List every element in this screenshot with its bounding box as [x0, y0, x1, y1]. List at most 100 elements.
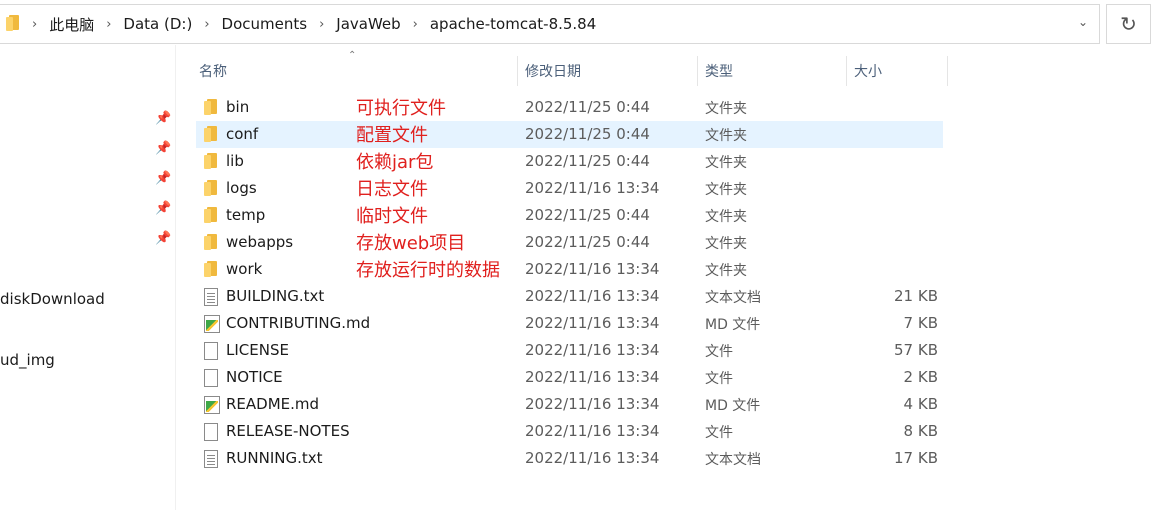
file-date: 2022/11/25 0:44	[525, 233, 650, 251]
file-row[interactable]: logs 2022/11/16 13:34 文件夹	[196, 175, 943, 202]
file-row[interactable]: work 2022/11/16 13:34 文件夹	[196, 256, 943, 283]
file-row[interactable]: BUILDING.txt 2022/11/16 13:34 文本文档 21 KB	[196, 283, 943, 310]
folder-icon	[204, 180, 218, 197]
annotation-label: 依赖jar包	[356, 152, 434, 173]
file-row[interactable]: NOTICE 2022/11/16 13:34 文件 2 KB	[196, 364, 943, 391]
chevron-right-icon[interactable]: ›	[413, 17, 418, 32]
breadcrumb-item[interactable]: Data (D:)	[123, 15, 192, 33]
file-date: 2022/11/16 13:34	[525, 368, 660, 386]
file-name: LICENSE	[226, 341, 289, 359]
nav-item-ud-img[interactable]: ud_img	[0, 351, 55, 369]
folder-icon	[204, 261, 218, 278]
file-size: 4 KB	[903, 395, 938, 413]
file-size: 2 KB	[903, 368, 938, 386]
file-row[interactable]: RUNNING.txt 2022/11/16 13:34 文本文档 17 KB	[196, 445, 943, 472]
file-type: 文件夹	[705, 263, 747, 279]
annotation-label: 日志文件	[356, 179, 428, 200]
folder-icon	[204, 153, 218, 170]
folder-icon	[204, 234, 218, 251]
breadcrumb: › 此电脑 › Data (D:) › Documents › JavaWeb …	[20, 14, 596, 35]
file-size: 21 KB	[894, 287, 938, 305]
markdown-file-icon	[204, 396, 220, 414]
address-bar[interactable]: › 此电脑 › Data (D:) › Documents › JavaWeb …	[0, 4, 1100, 44]
breadcrumb-item[interactable]: 此电脑	[49, 14, 94, 35]
annotation-label: 可执行文件	[356, 98, 446, 119]
file-date: 2022/11/16 13:34	[525, 314, 660, 332]
file-icon	[204, 342, 218, 360]
file-size: 8 KB	[903, 422, 938, 440]
markdown-file-icon	[204, 315, 220, 333]
chevron-right-icon[interactable]: ›	[106, 17, 111, 32]
file-name: README.md	[226, 395, 320, 413]
file-row[interactable]: RELEASE-NOTES 2022/11/16 13:34 文件 8 KB	[196, 418, 943, 445]
annotation-label: 配置文件	[356, 125, 428, 146]
folder-icon	[6, 15, 20, 33]
refresh-button[interactable]: ↻	[1106, 4, 1151, 44]
pin-icon: 📌	[155, 171, 172, 186]
pin-icon: 📌	[155, 231, 172, 246]
file-name: NOTICE	[226, 368, 283, 386]
file-size: 17 KB	[894, 449, 938, 467]
annotation-label: 临时文件	[356, 206, 428, 227]
file-date: 2022/11/25 0:44	[525, 98, 650, 116]
file-name: work	[226, 260, 263, 278]
file-date: 2022/11/16 13:34	[525, 179, 660, 197]
breadcrumb-item[interactable]: JavaWeb	[336, 15, 400, 33]
file-row[interactable]: webapps 2022/11/25 0:44 文件夹	[196, 229, 943, 256]
file-name: CONTRIBUTING.md	[226, 314, 371, 332]
chevron-right-icon: ›	[32, 16, 38, 32]
file-type: 文本文档	[705, 452, 761, 468]
column-header-size[interactable]: 大小	[848, 56, 948, 86]
breadcrumb-item[interactable]: apache-tomcat-8.5.84	[430, 15, 596, 33]
file-name: lib	[226, 152, 244, 170]
file-row[interactable]: conf 2022/11/25 0:44 文件夹	[196, 121, 943, 148]
file-type: MD 文件	[705, 317, 761, 333]
pin-icon: 📌	[155, 141, 172, 156]
file-name: RELEASE-NOTES	[226, 422, 350, 440]
file-type: 文件夹	[705, 209, 747, 225]
nav-item-diskdownload[interactable]: diskDownload	[0, 290, 105, 308]
file-type: 文件	[705, 344, 733, 360]
file-date: 2022/11/16 13:34	[525, 395, 660, 413]
breadcrumb-item[interactable]: Documents	[222, 15, 308, 33]
file-row[interactable]: lib 2022/11/25 0:44 文件夹	[196, 148, 943, 175]
file-name: webapps	[226, 233, 294, 251]
chevron-right-icon[interactable]: ›	[204, 17, 209, 32]
text-file-icon	[204, 288, 218, 306]
file-type: 文本文档	[705, 290, 761, 306]
file-row[interactable]: bin 2022/11/25 0:44 文件夹	[196, 94, 943, 121]
text-file-icon	[204, 450, 218, 468]
file-size: 57 KB	[894, 341, 938, 359]
column-header-type[interactable]: 类型	[699, 56, 847, 86]
file-date: 2022/11/25 0:44	[525, 206, 650, 224]
file-type: 文件夹	[705, 182, 747, 198]
file-icon	[204, 369, 218, 387]
file-type: 文件	[705, 425, 733, 441]
file-name: BUILDING.txt	[226, 287, 325, 305]
navigation-pane: 📌 📌 📌 📌 📌 diskDownload ud_img	[0, 45, 176, 510]
file-type: 文件夹	[705, 155, 747, 171]
file-name: RUNNING.txt	[226, 449, 323, 467]
file-date: 2022/11/16 13:34	[525, 287, 660, 305]
file-row[interactable]: CONTRIBUTING.md 2022/11/16 13:34 MD 文件 7 KB	[196, 310, 943, 337]
folder-icon	[204, 126, 218, 143]
file-date: 2022/11/16 13:34	[525, 341, 660, 359]
file-type: 文件夹	[705, 128, 747, 144]
file-name: logs	[226, 179, 257, 197]
folder-icon	[204, 99, 218, 116]
file-row[interactable]: temp 2022/11/25 0:44 文件夹	[196, 202, 943, 229]
file-name: conf	[226, 125, 259, 143]
column-header-date[interactable]: 修改日期	[519, 56, 698, 86]
refresh-icon: ↻	[1120, 12, 1137, 36]
file-size: 7 KB	[903, 314, 938, 332]
file-type: MD 文件	[705, 398, 761, 414]
file-row[interactable]: LICENSE 2022/11/16 13:34 文件 57 KB	[196, 337, 943, 364]
pin-icon: 📌	[155, 201, 172, 216]
file-type: 文件	[705, 371, 733, 387]
chevron-right-icon[interactable]: ›	[319, 17, 324, 32]
column-header-name[interactable]: 名称	[193, 56, 518, 86]
file-name: bin	[226, 98, 250, 116]
file-row[interactable]: README.md 2022/11/16 13:34 MD 文件 4 KB	[196, 391, 943, 418]
file-type: 文件夹	[705, 101, 747, 117]
chevron-down-icon[interactable]: ⌄	[1073, 15, 1093, 29]
